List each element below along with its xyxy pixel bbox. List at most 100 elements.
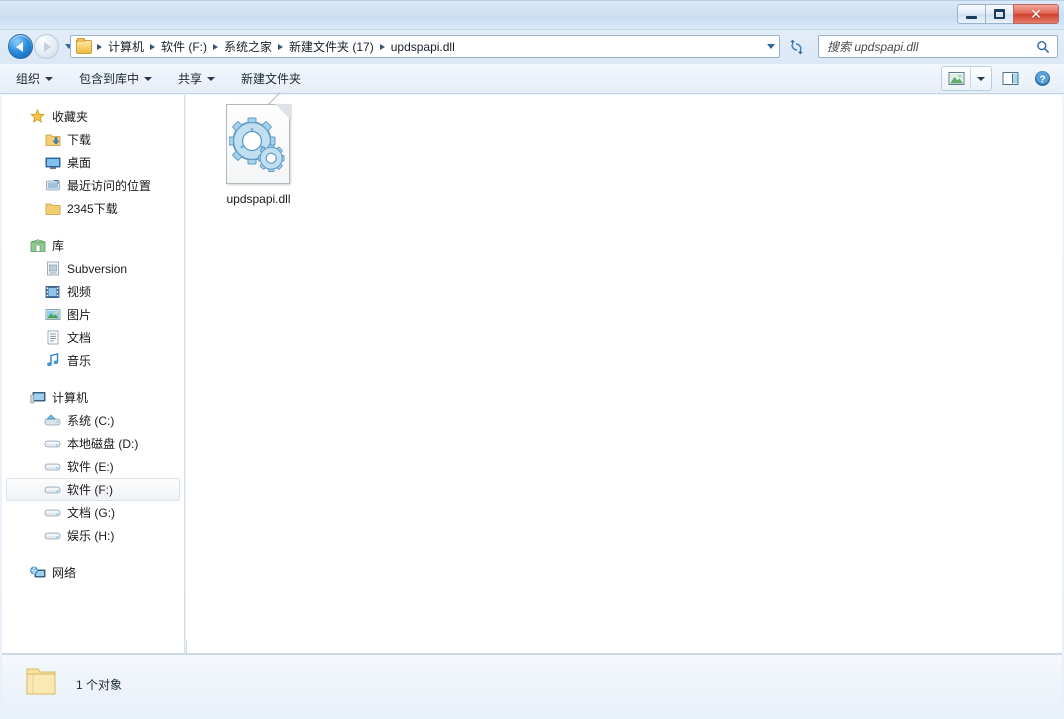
minimize-icon [966, 16, 977, 19]
chevron-down-icon [977, 76, 985, 81]
breadcrumb-item-drive[interactable]: 软件 (F:) [158, 38, 210, 55]
status-bar: 1 个对象 [2, 654, 1062, 714]
breadcrumb-separator[interactable] [147, 44, 158, 50]
maximize-icon [994, 9, 1005, 19]
drive-icon [44, 459, 61, 475]
explorer-body: 收藏夹 下载 桌面 最近访问的位置 2345下载 库 Subversion 视频… [2, 91, 1062, 653]
preview-pane-button[interactable] [996, 67, 1024, 90]
sidebar-label: Subversion [67, 261, 128, 276]
breadcrumb-item-folder1[interactable]: 系统之家 [221, 38, 275, 55]
sidebar-item-music[interactable]: 音乐 [6, 349, 180, 372]
status-text: 1 个对象 [76, 678, 123, 692]
sidebar-label: 下载 [67, 133, 92, 147]
sidebar-item-computer[interactable]: 计算机 [6, 386, 180, 409]
sidebar-item-downloads[interactable]: 下载 [6, 128, 180, 151]
nav-group-computer: 计算机 系统 (C:) 本地磁盘 (D:) 软件 (E:) 软件 (F:) 文档… [2, 386, 184, 547]
breadcrumb-separator[interactable] [377, 44, 388, 50]
new-folder-button[interactable]: 新建文件夹 [231, 65, 311, 92]
refresh-button[interactable] [786, 35, 808, 58]
forward-button[interactable] [34, 34, 59, 59]
folder-icon [24, 665, 58, 704]
search-box[interactable]: 搜索 updspapi.dll [818, 35, 1058, 58]
sidebar-item-subversion[interactable]: Subversion [6, 257, 180, 280]
sidebar-label: 文档 [67, 331, 92, 345]
star-icon [29, 109, 46, 125]
view-control-group [941, 66, 992, 91]
sidebar-item-libraries[interactable]: 库 [6, 234, 180, 257]
change-view-dropdown[interactable] [970, 68, 991, 89]
sidebar-item-drive-h[interactable]: 娱乐 (H:) [6, 524, 180, 547]
help-icon: ? [1034, 71, 1050, 86]
sidebar-item-recent-places[interactable]: 最近访问的位置 [6, 174, 180, 197]
dll-file-icon [225, 91, 292, 186]
sidebar-label: 图片 [67, 308, 92, 322]
folder-icon [44, 201, 61, 217]
sidebar-label: 库 [52, 239, 65, 253]
breadcrumb-separator[interactable] [275, 44, 286, 50]
help-button[interactable]: ? [1028, 67, 1056, 90]
file-list-pane[interactable]: updspapi.dll [186, 91, 1062, 653]
svg-text:?: ? [1039, 74, 1045, 85]
sidebar-label: 收藏夹 [52, 110, 89, 124]
documents-icon [44, 330, 61, 346]
sidebar-item-drive-e[interactable]: 软件 (E:) [6, 455, 180, 478]
pictures-icon [44, 307, 61, 323]
organize-label: 组织 [16, 72, 41, 86]
breadcrumb-item-folder2[interactable]: 新建文件夹 (17) [286, 38, 377, 55]
share-with-button[interactable]: 共享 [168, 65, 225, 92]
toolbar-right-group: ? [941, 66, 1056, 91]
sidebar-item-2345downloads[interactable]: 2345下载 [6, 197, 180, 220]
title-bar: ✕ [0, 0, 1064, 30]
sidebar-item-drive-d[interactable]: 本地磁盘 (D:) [6, 432, 180, 455]
sidebar-label: 2345下载 [67, 202, 118, 216]
include-in-library-button[interactable]: 包含到库中 [69, 65, 162, 92]
nav-group-libraries: 库 Subversion 视频 图片 文档 音乐 [2, 234, 184, 372]
chevron-down-icon [45, 76, 54, 81]
organize-button[interactable]: 组织 [6, 65, 63, 92]
computer-icon [29, 390, 46, 406]
sidebar-label: 视频 [67, 285, 92, 299]
breadcrumb-separator[interactable] [94, 44, 105, 50]
include-in-library-label: 包含到库中 [79, 72, 140, 86]
subversion-icon [44, 261, 61, 277]
drive-icon [44, 436, 61, 452]
explorer-window: ✕ 计算机 软件 (F:) 系统之家 新建文件夹 (17) updspapi.d… [0, 0, 1064, 719]
music-icon [44, 353, 61, 369]
sidebar-label: 网络 [52, 566, 77, 580]
sidebar-item-network[interactable]: 网络 [6, 561, 180, 584]
chevron-down-icon [767, 44, 775, 49]
change-view-button[interactable] [942, 68, 970, 89]
recent-places-icon [44, 178, 61, 194]
breadcrumb-address-bar[interactable]: 计算机 软件 (F:) 系统之家 新建文件夹 (17) updspapi.dll [70, 35, 780, 58]
command-toolbar: 组织 包含到库中 共享 新建文件夹 ? [0, 64, 1064, 94]
sidebar-item-drive-c[interactable]: 系统 (C:) [6, 409, 180, 432]
sidebar-item-videos[interactable]: 视频 [6, 280, 180, 303]
sidebar-item-favorites[interactable]: 收藏夹 [6, 105, 180, 128]
system-drive-icon [44, 413, 61, 429]
breadcrumb-separator[interactable] [210, 44, 221, 50]
sidebar-item-desktop[interactable]: 桌面 [6, 151, 180, 174]
breadcrumb-item-current[interactable]: updspapi.dll [388, 40, 458, 54]
navigation-pane[interactable]: 收藏夹 下载 桌面 最近访问的位置 2345下载 库 Subversion 视频… [2, 95, 185, 653]
preview-pane-icon [1002, 72, 1018, 85]
sidebar-item-drive-g[interactable]: 文档 (G:) [6, 501, 180, 524]
drive-icon [44, 528, 61, 544]
sidebar-label: 娱乐 (H:) [67, 529, 115, 543]
folder-icon [76, 37, 92, 54]
breadcrumb-item-computer[interactable]: 计算机 [105, 38, 147, 55]
sidebar-label: 本地磁盘 (D:) [67, 437, 139, 451]
sidebar-item-pictures[interactable]: 图片 [6, 303, 180, 326]
file-item-updspapi-dll[interactable]: updspapi.dll [205, 91, 312, 223]
window-controls: ✕ [957, 3, 1059, 25]
address-dropdown-button[interactable] [762, 35, 780, 58]
close-button[interactable]: ✕ [1013, 4, 1059, 24]
sidebar-item-drive-f[interactable]: 软件 (F:) [6, 478, 180, 501]
back-button[interactable] [8, 34, 33, 59]
sidebar-item-documents[interactable]: 文档 [6, 326, 180, 349]
navigation-buttons [8, 34, 75, 59]
downloads-icon [44, 132, 61, 148]
maximize-button[interactable] [985, 4, 1014, 24]
minimize-button[interactable] [957, 4, 986, 24]
search-input[interactable]: 搜索 updspapi.dll [827, 38, 1036, 55]
sidebar-label: 音乐 [67, 354, 92, 368]
